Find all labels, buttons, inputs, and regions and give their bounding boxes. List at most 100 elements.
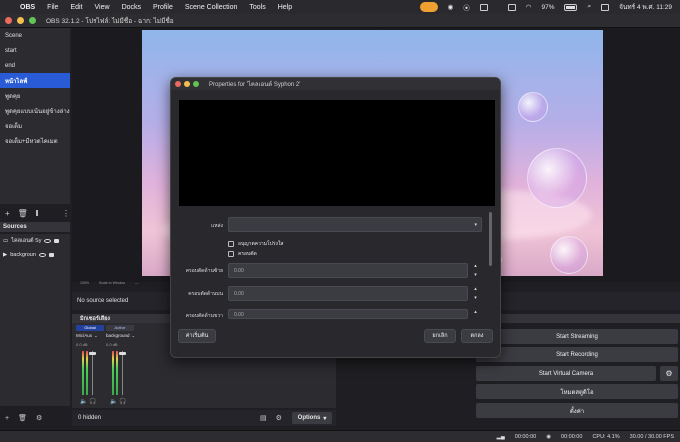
- lock-icon[interactable]: [48, 253, 54, 257]
- crop-top-input[interactable]: 0.00: [228, 286, 468, 301]
- trash-icon[interactable]: 🗑: [18, 414, 27, 422]
- zoom-value[interactable]: 100%: [80, 281, 89, 285]
- close-window-button[interactable]: [5, 17, 12, 24]
- menu-profile[interactable]: Profile: [153, 4, 173, 11]
- checkbox-box[interactable]: [228, 251, 234, 257]
- filter-icon[interactable]: [35, 210, 38, 216]
- gear-icon[interactable]: ⚙: [36, 414, 42, 422]
- menu-docks[interactable]: Docks: [122, 4, 141, 11]
- fader-knob[interactable]: [119, 352, 126, 355]
- wifi-icon[interactable]: ◠: [526, 3, 532, 11]
- headphone-icon[interactable]: 🎧: [119, 399, 126, 405]
- scene-item[interactable]: พูดคุยแบบเน้นอยู่ข้างล่าง: [0, 103, 70, 118]
- source-item[interactable]: ▶ backgroun: [0, 248, 70, 262]
- chevron-up-icon[interactable]: ▴: [474, 263, 477, 269]
- minimize-window-button[interactable]: [17, 17, 24, 24]
- speaker-icon[interactable]: 🔈: [80, 399, 87, 405]
- record-time: 00:00:00: [561, 433, 583, 440]
- fader-knob[interactable]: [89, 352, 96, 355]
- scrollbar[interactable]: [489, 212, 492, 266]
- scene-item[interactable]: Scene: [0, 28, 70, 43]
- menu-file[interactable]: File: [47, 4, 58, 11]
- minimize-dialog-button[interactable]: [184, 81, 190, 87]
- volume-meter: [116, 351, 118, 395]
- more-icon[interactable]: ⋮: [62, 209, 70, 218]
- menu-view[interactable]: View: [95, 4, 110, 11]
- source-item[interactable]: ▭ ไคลเอนต์ Sy: [0, 234, 70, 248]
- recording-indicator-icon[interactable]: [419, 2, 438, 12]
- scene-item-active[interactable]: หน้าไลฟ์: [0, 73, 70, 88]
- hidden-count: 0 hidden: [78, 415, 102, 421]
- control-center-icon[interactable]: [601, 3, 610, 11]
- chevron-down-icon[interactable]: ⌄: [132, 333, 134, 339]
- zoom-mode[interactable]: Scale to Window: [99, 281, 125, 285]
- crop-top-stepper[interactable]: ▴ ▾: [471, 286, 480, 301]
- options-label: Options: [297, 415, 321, 421]
- crop-right-stepper[interactable]: ▴: [471, 309, 480, 319]
- battery-icon[interactable]: [564, 3, 578, 11]
- sources-list: ▭ ไคลเอนต์ Sy ▶ backgroun: [0, 234, 70, 406]
- volume-fader[interactable]: [122, 351, 123, 395]
- scene-item[interactable]: พูดคุย: [0, 88, 70, 103]
- allow-transparency-checkbox[interactable]: อนุญาตความโปร่งใส: [228, 240, 283, 248]
- eye-icon[interactable]: [44, 239, 52, 243]
- scene-item[interactable]: end: [0, 58, 70, 73]
- chevron-down-icon[interactable]: ▾: [474, 295, 477, 301]
- speaker-icon[interactable]: 🔈: [110, 399, 117, 405]
- zoom-dialog-button[interactable]: [193, 81, 199, 87]
- lock-icon[interactable]: [54, 239, 60, 243]
- settings-button[interactable]: ตั้งค่า: [476, 403, 678, 418]
- crop-checkbox[interactable]: ครอบตัด: [228, 250, 257, 258]
- mixer-channel: Global Mic/Aux ⌄ 0.0 dB 🔈 🎧: [76, 325, 104, 407]
- search-icon[interactable]: ⌕: [587, 3, 591, 11]
- start-virtual-camera-button[interactable]: Start Virtual Camera: [476, 366, 656, 381]
- menu-scene-collection[interactable]: Scene Collection: [185, 4, 238, 11]
- crop-top-label: ครอบตัดด้านบน: [188, 291, 223, 297]
- chevron-up-icon[interactable]: ▴: [474, 309, 477, 315]
- headphone-icon[interactable]: 🎧: [89, 399, 96, 405]
- layout-icon[interactable]: ▤: [260, 414, 267, 422]
- cancel-button[interactable]: ยกเลิก: [424, 329, 456, 343]
- record-icon[interactable]: ⦿: [463, 2, 470, 12]
- checkbox-box[interactable]: [228, 241, 234, 247]
- stream-time: 00:00:00: [514, 433, 537, 440]
- fps: 30.00 / 30.00 FPS: [629, 433, 674, 440]
- ok-button[interactable]: ตกลง: [461, 329, 493, 343]
- scene-item[interactable]: จอเต็ม: [0, 118, 70, 133]
- channel-db: 0.0 dB: [76, 342, 88, 347]
- menu-edit[interactable]: Edit: [70, 4, 82, 11]
- chevron-down-icon[interactable]: ⌄: [94, 333, 98, 339]
- add-scene-icon[interactable]: +: [5, 209, 10, 218]
- chevron-down-icon[interactable]: ▾: [474, 272, 477, 278]
- defaults-button[interactable]: ค่าเริ่มต้น: [178, 329, 216, 343]
- crop-right-input[interactable]: 0.00: [228, 309, 468, 319]
- source-select[interactable]: ▾: [228, 217, 482, 232]
- scene-item[interactable]: จอเต็ม+มีหวดไคเมต: [0, 133, 70, 148]
- eye-icon[interactable]: [38, 253, 46, 257]
- scene-item[interactable]: start: [0, 43, 70, 58]
- screen-icon[interactable]: [479, 3, 488, 11]
- chevron-up-icon[interactable]: ▴: [474, 286, 477, 292]
- crop-left-stepper[interactable]: ▴ ▾: [471, 263, 480, 278]
- controls-header: [476, 314, 680, 323]
- menu-app-name[interactable]: OBS: [20, 4, 35, 11]
- start-streaming-button[interactable]: Start Streaming: [476, 329, 678, 344]
- close-dialog-button[interactable]: [175, 81, 181, 87]
- status-icon[interactable]: ◉: [448, 3, 454, 11]
- status-bar: ▂▄ 00:00:00 ◉ 00:00:00 CPU: 4.1% 30.00 /…: [0, 430, 680, 442]
- options-button[interactable]: Options ▾: [292, 412, 332, 424]
- settings-link-icon[interactable]: ⚙: [276, 414, 282, 422]
- crop-left-input[interactable]: 0.00: [228, 263, 468, 278]
- zoom-window-button[interactable]: [29, 17, 36, 24]
- studio-mode-button[interactable]: โหมดสตูดิโอ: [476, 384, 678, 399]
- display-icon[interactable]: [507, 3, 516, 11]
- trash-icon[interactable]: 🗑: [18, 209, 28, 218]
- add-source-icon[interactable]: +: [5, 415, 9, 422]
- source-label: backgroun: [10, 252, 36, 258]
- virtual-camera-settings-button[interactable]: ⚙: [660, 366, 678, 381]
- volume-fader[interactable]: [92, 351, 93, 395]
- menu-help[interactable]: Help: [278, 4, 292, 11]
- clock[interactable]: จันทร์ 4 พ.ศ. 11:29: [619, 2, 672, 12]
- start-recording-button[interactable]: Start Recording: [476, 347, 678, 362]
- menu-tools[interactable]: Tools: [249, 4, 265, 11]
